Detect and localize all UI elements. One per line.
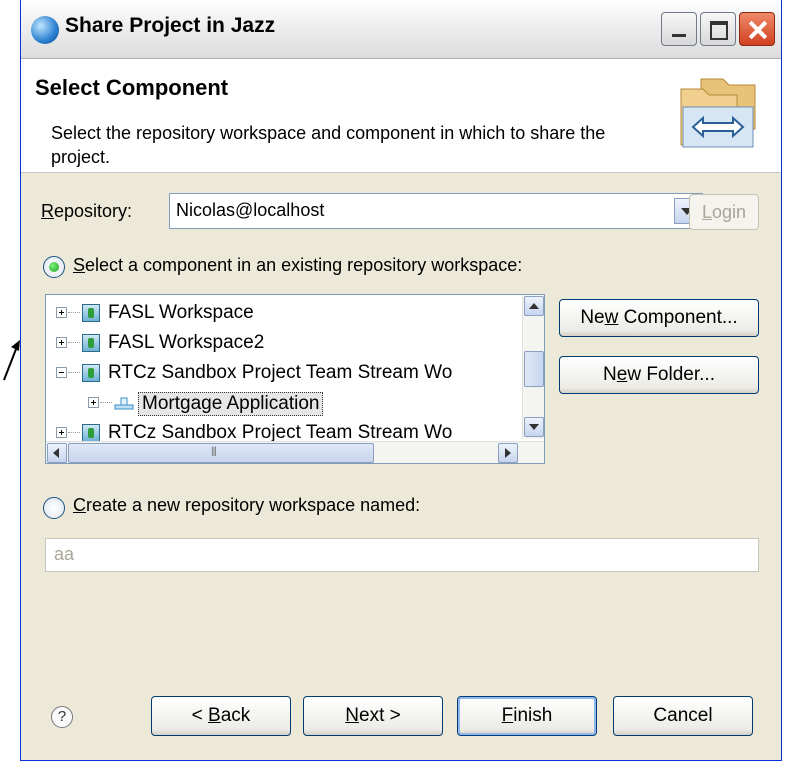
existing-workspace-label[interactable]: Select a component in an existing reposi…	[73, 255, 522, 276]
expand-icon[interactable]	[56, 307, 67, 318]
workspace-icon	[82, 334, 100, 352]
new-folder-button[interactable]: New Folder...	[559, 356, 759, 394]
jazz-globe-icon	[31, 16, 59, 44]
share-project-dialog: Share Project in Jazz Select Component S…	[20, 0, 782, 761]
new-workspace-label[interactable]: Create a new repository workspace named:	[73, 495, 420, 516]
scroll-left-icon[interactable]	[47, 443, 67, 463]
new-component-button[interactable]: New Component...	[559, 299, 759, 337]
close-button[interactable]	[739, 12, 775, 46]
login-button[interactable]: Login	[689, 194, 759, 230]
wizard-banner: Select Component Select the repository w…	[21, 59, 781, 173]
new-workspace-radio[interactable]	[43, 497, 65, 519]
tree-horizontal-scrollbar[interactable]	[46, 441, 544, 463]
new-workspace-name-input[interactable]: aa	[45, 538, 759, 572]
tree-vertical-scrollbar[interactable]	[522, 295, 544, 439]
repository-combo[interactable]: Nicolas@localhost	[169, 193, 703, 229]
component-icon	[114, 397, 134, 410]
workspace-icon	[82, 364, 100, 382]
pointer-arrow-icon	[3, 340, 20, 381]
repository-value: Nicolas@localhost	[176, 200, 325, 220]
title-bar[interactable]: Share Project in Jazz	[21, 0, 781, 59]
window-title: Share Project in Jazz	[65, 14, 276, 37]
cancel-button[interactable]: Cancel	[613, 696, 753, 736]
expand-icon[interactable]	[56, 337, 67, 348]
existing-workspace-radio[interactable]	[43, 256, 65, 278]
back-button[interactable]: < Back	[151, 696, 291, 736]
tree-item-label: RTCz Sandbox Project Team Stream Wo	[108, 362, 453, 383]
help-icon[interactable]: ?	[51, 706, 73, 728]
expand-icon[interactable]	[56, 427, 67, 438]
tree-item-label: Mortgage Application	[138, 392, 324, 416]
tree-item-label: FASL Workspace2	[108, 332, 265, 353]
workspace-icon	[82, 424, 100, 442]
share-folders-icon	[680, 78, 756, 148]
new-workspace-name-value: aa	[54, 544, 75, 564]
repository-label: Repository:	[41, 201, 133, 221]
workspace-icon	[82, 304, 100, 322]
scroll-up-icon[interactable]	[524, 296, 544, 316]
finish-button[interactable]: Finish	[457, 696, 597, 736]
horizontal-scroll-thumb[interactable]	[68, 443, 374, 463]
scroll-right-icon[interactable]	[498, 443, 518, 463]
tree-item-label: FASL Workspace	[108, 302, 254, 323]
workspace-component-tree[interactable]: FASL Workspace FASL Workspace2 RTCz Sand…	[45, 294, 545, 464]
vertical-scroll-thumb[interactable]	[524, 351, 544, 387]
expand-icon[interactable]	[88, 397, 99, 408]
next-button[interactable]: Next >	[303, 696, 443, 736]
collapse-icon[interactable]	[56, 367, 67, 378]
page-description: Select the repository workspace and comp…	[51, 123, 606, 167]
page-title: Select Component	[35, 75, 229, 100]
minimize-button[interactable]	[661, 12, 697, 46]
maximize-button[interactable]	[700, 12, 736, 46]
scroll-down-icon[interactable]	[524, 417, 544, 437]
